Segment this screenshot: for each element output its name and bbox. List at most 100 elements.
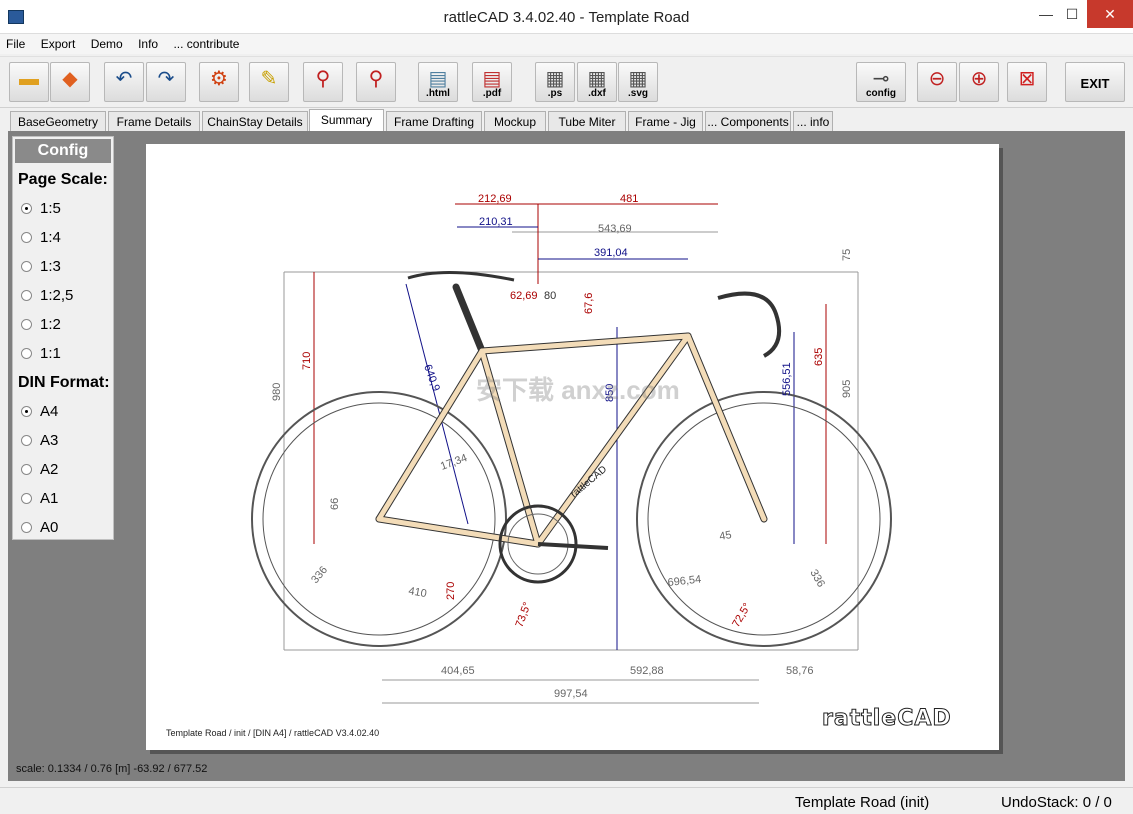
- menu-bar: File Export Demo Info ... contribute: [0, 34, 1133, 54]
- menu-contribute[interactable]: ... contribute: [167, 34, 245, 51]
- export-dxf-button[interactable]: ▦ .dxf: [577, 62, 617, 102]
- menu-info[interactable]: Info: [132, 34, 164, 51]
- menu-file[interactable]: File: [0, 34, 31, 51]
- save-icon: ◆: [62, 68, 78, 90]
- radio-icon[interactable]: [21, 348, 32, 359]
- drawing-sheet[interactable]: 212,69 481 210,31 543,69 391,04 62,69 80…: [146, 144, 999, 750]
- dim-label: 905: [841, 380, 853, 398]
- radio-icon[interactable]: [21, 464, 32, 475]
- close-button[interactable]: ✕: [1087, 0, 1133, 28]
- bike-gear-icon: ⚙: [210, 68, 228, 90]
- maximize-button[interactable]: ☐: [1055, 0, 1089, 28]
- scale-option-1-2-5[interactable]: 1:2,5: [13, 281, 113, 310]
- dim-label: 696,54: [667, 574, 702, 589]
- zoom-out-button[interactable]: ⊖: [917, 62, 957, 102]
- radio-icon[interactable]: [21, 406, 32, 417]
- scale-option-1-2[interactable]: 1:2: [13, 310, 113, 339]
- radio-icon[interactable]: [21, 493, 32, 504]
- bike-view-1-button[interactable]: ⚲: [303, 62, 343, 102]
- zoom-in-button[interactable]: ⊕: [959, 62, 999, 102]
- scale-option-label: 1:1: [40, 345, 61, 362]
- undo-stack-status: UndoStack: 0 / 0: [1001, 794, 1112, 811]
- dim-label: 336: [807, 568, 827, 590]
- tab-mockup[interactable]: Mockup: [484, 111, 546, 131]
- dim-label: 980: [271, 383, 283, 401]
- page-scale-label: Page Scale:: [18, 171, 108, 188]
- tab-basegeometry[interactable]: BaseGeometry: [10, 111, 106, 131]
- export-ps-button[interactable]: ▦ .ps: [535, 62, 575, 102]
- dim-label: 543,69: [598, 223, 632, 235]
- scale-option-label: 1:5: [40, 200, 61, 217]
- config-title: Config: [15, 139, 111, 163]
- dim-label: 212,69: [478, 193, 512, 205]
- export-ps-label: .ps: [547, 88, 563, 99]
- dim-label: 640,9: [421, 363, 442, 393]
- menu-demo[interactable]: Demo: [85, 34, 129, 51]
- zoom-out-icon: ⊖: [928, 68, 946, 90]
- dim-label: 410: [407, 585, 427, 600]
- export-svg-button[interactable]: ▦ .svg: [618, 62, 658, 102]
- export-html-button[interactable]: ▤ .html: [418, 62, 458, 102]
- din-option-a3[interactable]: A3: [13, 426, 113, 455]
- export-html-label: .html: [426, 88, 450, 99]
- drawing-footer-note: Template Road / init / [DIN A4] / rattle…: [166, 728, 380, 738]
- menu-export[interactable]: Export: [35, 34, 82, 51]
- fit-view-button[interactable]: ⊠: [1007, 62, 1047, 102]
- bike-view-2-button[interactable]: ⚲: [356, 62, 396, 102]
- din-option-a4[interactable]: A4: [13, 397, 113, 426]
- din-option-label: A2: [40, 461, 59, 478]
- radio-icon[interactable]: [21, 290, 32, 301]
- radio-icon[interactable]: [21, 232, 32, 243]
- open-button[interactable]: ▬: [9, 62, 49, 102]
- radio-icon[interactable]: [21, 319, 32, 330]
- tab-tube-miter[interactable]: Tube Miter: [548, 111, 626, 131]
- bike-reset-button[interactable]: ⚙: [199, 62, 239, 102]
- undo-button[interactable]: ↶: [104, 62, 144, 102]
- redo-button[interactable]: ↷: [146, 62, 186, 102]
- radio-icon[interactable]: [21, 261, 32, 272]
- din-option-a2[interactable]: A2: [13, 455, 113, 484]
- config-button[interactable]: ⊸ config: [856, 62, 906, 102]
- zoom-in-icon: ⊕: [970, 68, 988, 90]
- tab-frame-drafting[interactable]: Frame Drafting: [386, 111, 482, 131]
- dimension-labels: 212,69 481 210,31 543,69 391,04 62,69 80…: [271, 193, 853, 700]
- din-option-a0[interactable]: A0: [13, 513, 113, 542]
- svg-file-icon: ▦: [628, 68, 648, 90]
- radio-icon[interactable]: [21, 203, 32, 214]
- scale-option-1-3[interactable]: 1:3: [13, 252, 113, 281]
- dim-label: 481: [620, 193, 638, 205]
- dim-label: 997,54: [554, 688, 588, 700]
- tab-info[interactable]: ... info: [793, 111, 833, 131]
- dim-label: 45: [718, 529, 732, 543]
- scale-option-1-1[interactable]: 1:1: [13, 339, 113, 368]
- din-option-a1[interactable]: A1: [13, 484, 113, 513]
- tab-chainstay-details[interactable]: ChainStay Details: [202, 111, 308, 131]
- save-button[interactable]: ◆: [50, 62, 90, 102]
- dxf-file-icon: ▦: [587, 68, 607, 90]
- radio-icon[interactable]: [21, 522, 32, 533]
- edit-button[interactable]: ✎: [249, 62, 289, 102]
- dim-label: 635: [813, 348, 825, 366]
- dim-label: 75: [841, 249, 853, 261]
- pdf-file-icon: ▤: [482, 68, 502, 90]
- tab-summary[interactable]: Summary: [309, 109, 384, 131]
- fit-view-icon: ⊠: [1018, 68, 1036, 90]
- scale-option-1-4[interactable]: 1:4: [13, 223, 113, 252]
- frame: [375, 283, 768, 548]
- exit-button[interactable]: EXIT: [1065, 62, 1125, 102]
- tab-frame-jig[interactable]: Frame - Jig: [628, 111, 703, 131]
- tab-components[interactable]: ... Components: [705, 111, 791, 131]
- radio-icon[interactable]: [21, 435, 32, 446]
- watermark: 安下载 anxz.com: [476, 375, 680, 405]
- tab-frame-details[interactable]: Frame Details: [108, 111, 200, 131]
- dim-label: 336: [309, 564, 330, 586]
- din-option-label: A4: [40, 403, 59, 420]
- export-pdf-button[interactable]: ▤ .pdf: [472, 62, 512, 102]
- frame-tubes: [376, 333, 767, 547]
- dim-label: 710: [301, 352, 313, 370]
- dim-label: 80: [544, 290, 556, 302]
- dim-label: 404,65: [441, 665, 475, 677]
- redo-icon: ↷: [157, 68, 175, 90]
- din-option-label: A1: [40, 490, 59, 507]
- scale-option-1-5[interactable]: 1:5: [13, 194, 113, 223]
